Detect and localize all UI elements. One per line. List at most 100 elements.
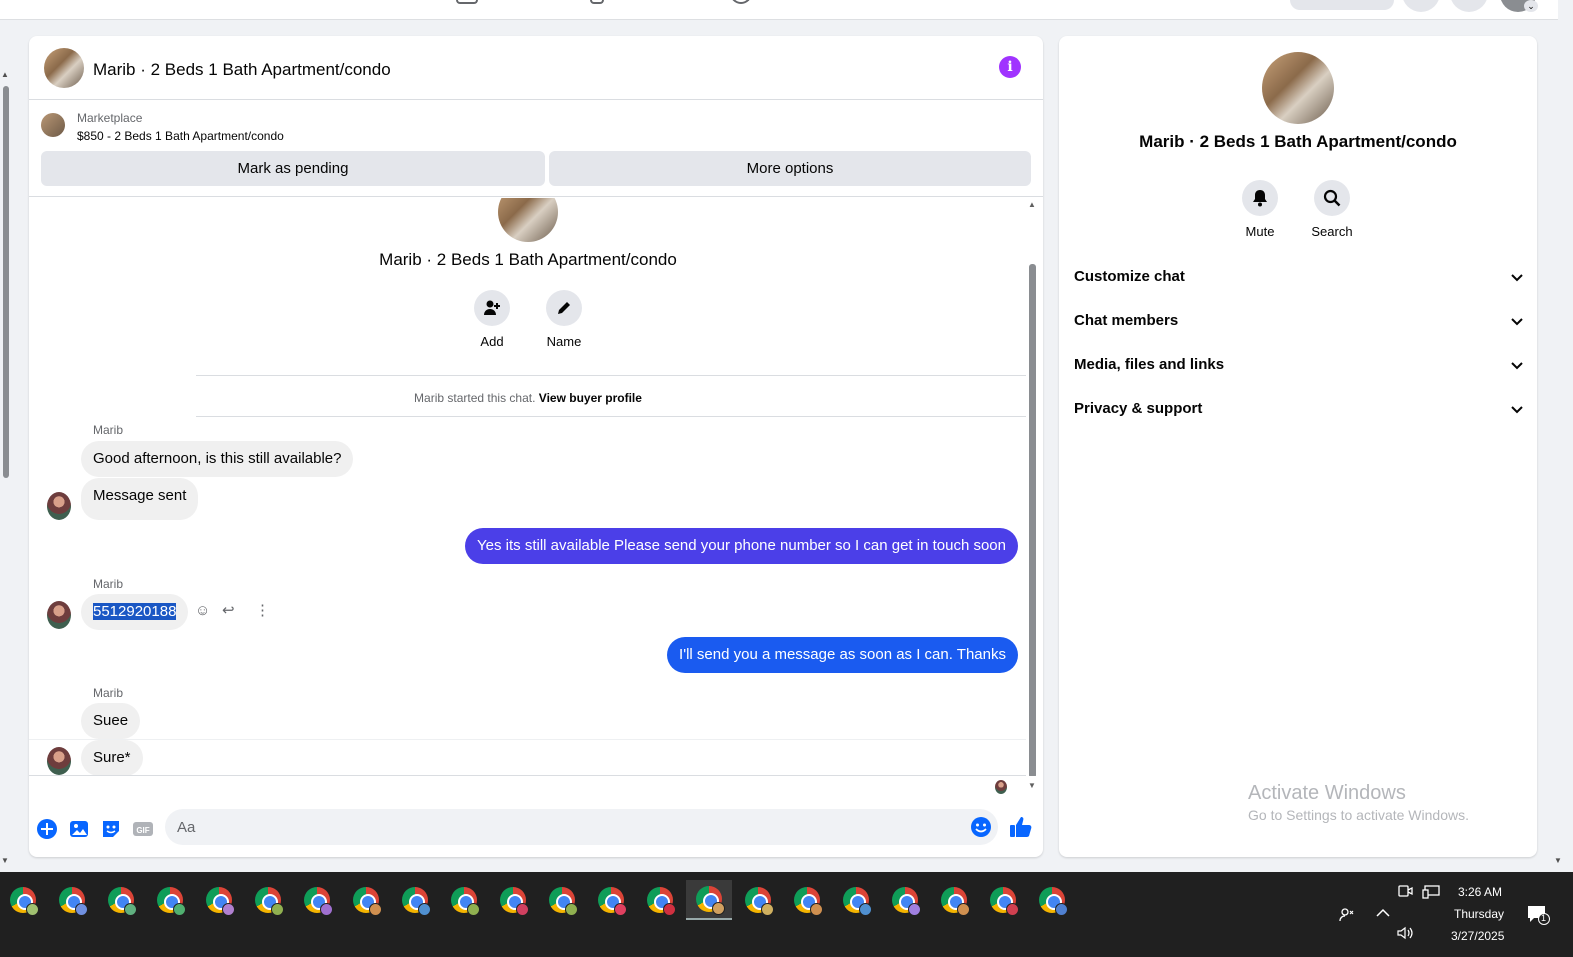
volume-icon[interactable] — [1397, 926, 1415, 943]
message-input[interactable] — [177, 809, 957, 845]
scroll-down-arrow-icon[interactable]: ▼ — [1, 856, 9, 865]
taskbar-chrome-window[interactable] — [931, 880, 977, 920]
gif-label: GIF — [136, 826, 149, 835]
taskbar-chrome-window[interactable] — [441, 880, 487, 920]
taskbar-chrome-window[interactable] — [1029, 880, 1075, 920]
page-scrollbar[interactable]: ▲ ▼ — [0, 20, 12, 872]
meet-now-icon[interactable] — [1397, 884, 1413, 901]
message-input-box[interactable] — [165, 809, 998, 845]
listing-small-thumbnail[interactable] — [41, 113, 65, 137]
incoming-message[interactable]: Good afternoon, is this still available? — [81, 441, 354, 477]
add-action[interactable]: Add — [462, 290, 522, 349]
incoming-message[interactable]: 5512920188 — [81, 594, 189, 630]
thumbs-up-icon[interactable] — [1009, 815, 1033, 839]
taskbar-chrome-window[interactable] — [539, 880, 585, 920]
mark-as-pending-button[interactable]: Mark as pending — [41, 151, 545, 186]
people-icon[interactable] — [1339, 906, 1355, 925]
taskbar-chrome-window[interactable] — [784, 880, 830, 920]
chrome-icon — [1039, 887, 1068, 916]
sender-avatar[interactable] — [47, 492, 71, 520]
scroll-up-arrow-icon[interactable]: ▲ — [1028, 200, 1036, 209]
emoji-icon[interactable] — [970, 816, 992, 843]
sticker-icon[interactable] — [100, 818, 122, 840]
privacy-support-section[interactable]: Privacy & support — [1074, 389, 1524, 429]
taskbar-chrome-window[interactable] — [392, 880, 438, 920]
chevron-down-icon[interactable] — [1510, 270, 1524, 284]
photo-icon[interactable] — [68, 818, 90, 840]
chevron-down-icon[interactable] — [1510, 358, 1524, 372]
taskbar-chrome-window[interactable] — [735, 880, 781, 920]
taskbar-chrome-window[interactable] — [882, 880, 928, 920]
taskbar-chrome-window[interactable] — [490, 880, 536, 920]
taskbar-chrome-window[interactable] — [0, 880, 46, 920]
incoming-message[interactable]: Sure* — [81, 740, 143, 776]
clock-day[interactable]: Thursday — [1454, 907, 1504, 921]
page-scrollbar-thumb[interactable] — [3, 86, 9, 478]
chat-members-section[interactable]: Chat members — [1074, 301, 1524, 341]
more-vertical-icon[interactable]: ⋮ — [255, 601, 270, 619]
top-pill-button[interactable] — [1290, 0, 1394, 10]
taskbar-chrome-window[interactable] — [343, 880, 389, 920]
taskbar-chrome-window[interactable] — [637, 880, 683, 920]
right-edge-scrollbar[interactable]: ▼ — [1553, 20, 1565, 872]
message-scrollbar[interactable]: ▲ — [1026, 198, 1040, 776]
outgoing-message[interactable]: I'll send you a message as soon as I can… — [667, 637, 1018, 673]
smiley-react-icon[interactable]: ☺ — [195, 602, 210, 619]
marketplace-nav-icon[interactable] — [456, 0, 478, 4]
gif-icon[interactable]: GIF — [132, 818, 154, 840]
taskbar-chrome-window[interactable] — [980, 880, 1026, 920]
mute-action[interactable]: Mute — [1228, 180, 1292, 239]
gaming-nav-icon[interactable] — [730, 0, 752, 4]
incoming-message[interactable]: Message sent — [81, 478, 199, 520]
scroll-up-arrow-icon[interactable]: ▲ — [1, 70, 9, 79]
taskbar-chrome-window[interactable] — [245, 880, 291, 920]
taskbar-chrome-window[interactable] — [196, 880, 242, 920]
chrome-icon — [304, 887, 333, 916]
info-icon[interactable]: i — [999, 56, 1021, 78]
message-scrollbar-thumb[interactable] — [1029, 264, 1036, 776]
incoming-message[interactable]: Suee — [81, 703, 141, 739]
taskbar-chrome-window[interactable] — [98, 880, 144, 920]
taskbar-chrome-window[interactable] — [49, 880, 95, 920]
network-icon[interactable] — [1422, 885, 1440, 902]
bell-icon[interactable] — [1242, 180, 1278, 216]
groups-nav-icon[interactable] — [590, 0, 604, 4]
selected-phone-number[interactable]: 5512920188 — [93, 603, 177, 620]
taskbar-chrome-window[interactable] — [147, 880, 193, 920]
taskbar-chrome-window[interactable] — [294, 880, 340, 920]
clock-date[interactable]: 3/27/2025 — [1451, 929, 1504, 943]
outgoing-message[interactable]: Yes its still available Please send your… — [465, 528, 1018, 564]
search-icon[interactable] — [1314, 180, 1350, 216]
clock-time[interactable]: 3:26 AM — [1458, 885, 1502, 899]
plus-icon[interactable] — [36, 818, 58, 840]
chrome-icon — [353, 887, 382, 916]
info-listing-photo[interactable] — [1262, 52, 1334, 124]
sender-avatar[interactable] — [47, 747, 71, 775]
taskbar-chrome-window[interactable] — [588, 880, 634, 920]
scroll-down-arrow-icon[interactable]: ▼ — [1554, 856, 1562, 865]
notification-center-icon[interactable]: 1 — [1526, 904, 1550, 929]
pencil-icon[interactable] — [546, 290, 582, 326]
more-options-button[interactable]: More options — [549, 151, 1031, 186]
taskbar-chrome-window[interactable] — [686, 880, 732, 920]
listing-thumbnail[interactable] — [44, 48, 84, 88]
menu-grid-icon[interactable] — [1402, 0, 1440, 12]
chevron-down-icon[interactable]: ⌄ — [1524, 0, 1538, 12]
taskbar-chrome-window[interactable] — [833, 880, 879, 920]
listing-price-title[interactable]: $850 - 2 Beds 1 Bath Apartment/condo — [77, 129, 284, 143]
show-hidden-icons-chevron-icon[interactable] — [1376, 906, 1390, 920]
reply-icon[interactable]: ↩ — [222, 601, 235, 619]
chevron-down-icon[interactable] — [1510, 402, 1524, 416]
customize-chat-section[interactable]: Customize chat — [1074, 257, 1524, 297]
view-buyer-profile-link[interactable]: View buyer profile — [539, 391, 642, 405]
sender-avatar[interactable] — [47, 601, 71, 629]
message-list[interactable]: Marib · 2 Beds 1 Bath Apartment/condo Ad… — [29, 198, 1043, 776]
messenger-icon[interactable] — [1450, 0, 1488, 12]
chat-title[interactable]: Marib · 2 Beds 1 Bath Apartment/condo — [93, 60, 391, 80]
add-person-icon[interactable] — [474, 290, 510, 326]
media-files-links-section[interactable]: Media, files and links — [1074, 345, 1524, 385]
scroll-down-arrow-icon[interactable]: ▼ — [1028, 781, 1036, 790]
chevron-down-icon[interactable] — [1510, 314, 1524, 328]
search-action[interactable]: Search — [1300, 180, 1364, 239]
name-action[interactable]: Name — [534, 290, 594, 349]
